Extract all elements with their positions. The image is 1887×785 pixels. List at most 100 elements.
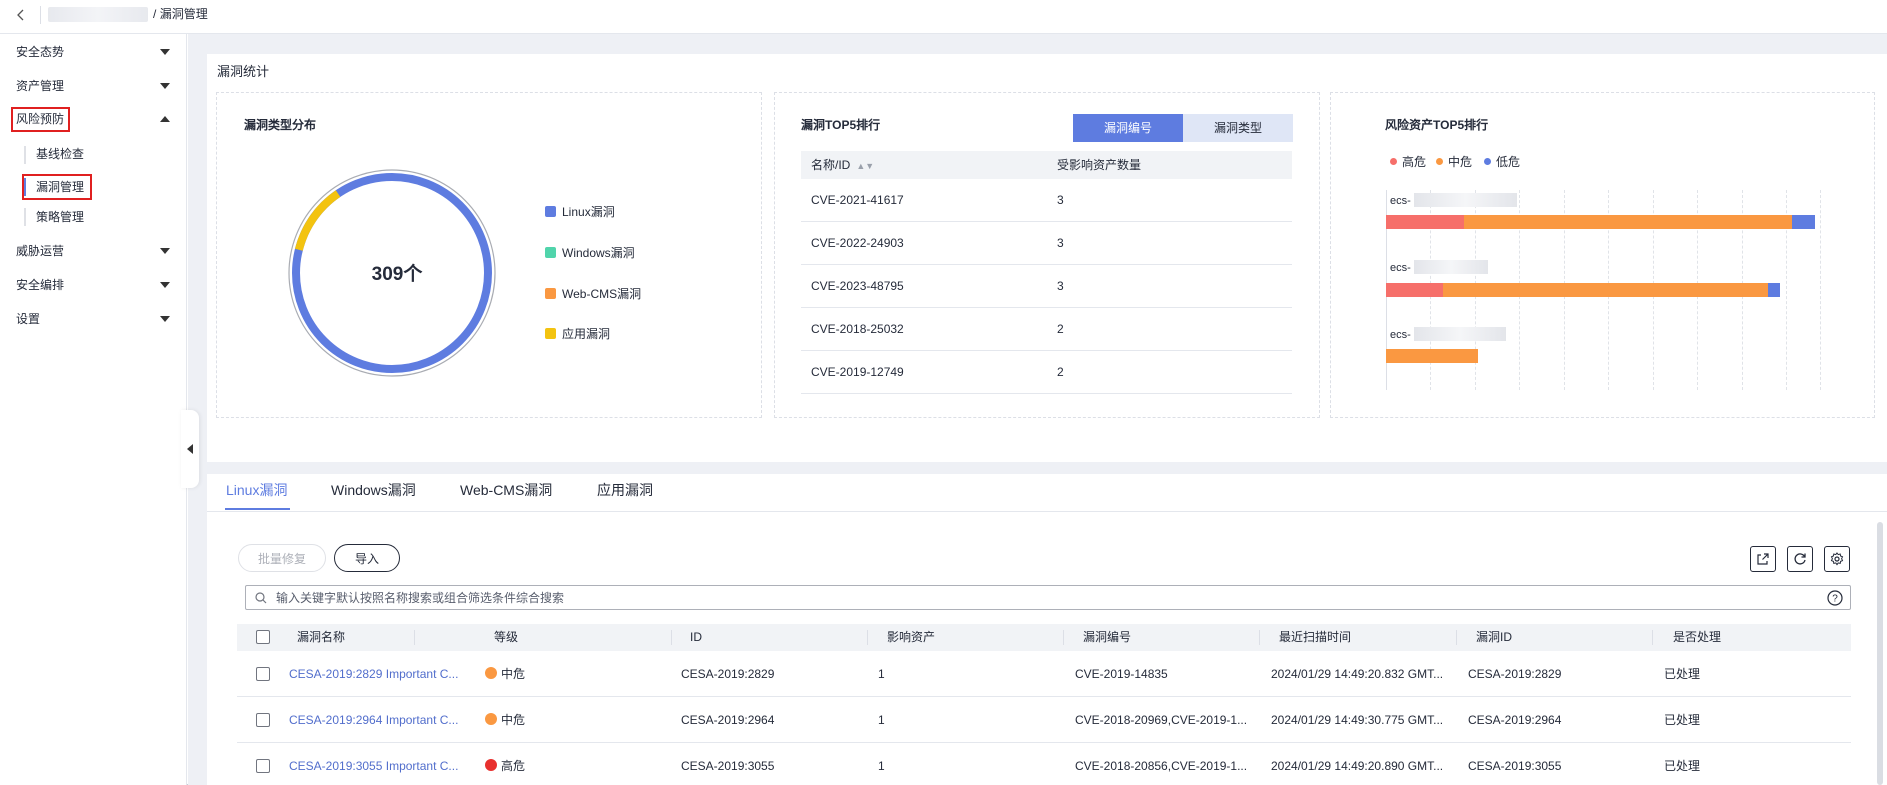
sidebar-item-baseline-check[interactable]: 基线检查 xyxy=(36,144,84,164)
tab-webcms[interactable]: Web-CMS漏洞 xyxy=(460,480,552,500)
assets-cell: 1 xyxy=(878,713,885,727)
sidebar-item-policy-management[interactable]: 策略管理 xyxy=(36,207,84,227)
legend-swatch xyxy=(545,328,556,339)
bar-low xyxy=(1768,283,1780,297)
level-label: 中危 xyxy=(501,713,526,727)
table-row: CESA-2019:2829 Important C... 中危 CESA-20… xyxy=(237,651,1851,697)
chevron-down-icon[interactable] xyxy=(160,248,170,254)
column-divider xyxy=(1063,630,1064,645)
breadcrumb: / 漏洞管理 xyxy=(153,5,208,22)
sidebar xyxy=(0,34,187,785)
sidebar-item-label: 漏洞管理 xyxy=(36,180,85,194)
submenu-indicator xyxy=(24,208,26,226)
tab-vuln-number[interactable]: 漏洞编号 xyxy=(1073,114,1183,142)
panel-title: 风险资产TOP5排行 xyxy=(1385,118,1489,132)
legend-label: 高危 xyxy=(1402,155,1427,169)
vuln-name-link[interactable]: CESA-2019:2964 Important C... xyxy=(289,697,464,743)
sidebar-item-settings[interactable]: 设置 xyxy=(16,309,176,329)
tab-vuln-type[interactable]: 漏洞类型 xyxy=(1183,114,1293,142)
bar-medium xyxy=(1443,283,1768,297)
chevron-down-icon[interactable] xyxy=(160,316,170,322)
row-checkbox[interactable] xyxy=(256,713,270,727)
asset-name-redacted xyxy=(1414,260,1488,274)
sidebar-item-orchestration[interactable]: 安全编排 xyxy=(16,275,176,295)
row-checkbox[interactable] xyxy=(256,667,270,681)
chevron-down-icon[interactable] xyxy=(160,282,170,288)
select-all-checkbox[interactable] xyxy=(256,630,270,644)
breadcrumb-redacted xyxy=(48,7,148,22)
help-icon[interactable]: ? xyxy=(1827,590,1843,606)
sidebar-item-label: 安全编排 xyxy=(16,278,65,292)
id-cell: CESA-2019:2964 xyxy=(681,713,775,727)
refresh-button[interactable] xyxy=(1787,546,1813,572)
chevron-down-icon[interactable] xyxy=(160,83,170,89)
top5-row: CVE-2018-25032 2 xyxy=(801,308,1292,351)
sidebar-item-security-posture[interactable]: 安全态势 xyxy=(16,42,176,62)
cve-cell: CVE-2018-20856,CVE-2019-1... xyxy=(1075,759,1248,773)
handled-cell: 已处理 xyxy=(1664,667,1701,681)
back-button[interactable] xyxy=(10,4,32,26)
handled-cell: 已处理 xyxy=(1664,713,1701,727)
handled-cell: 已处理 xyxy=(1664,759,1701,773)
tab-windows[interactable]: Windows漏洞 xyxy=(331,480,416,500)
row-checkbox[interactable] xyxy=(256,759,270,773)
column-divider xyxy=(1456,630,1457,645)
legend-swatch xyxy=(545,288,556,299)
column-header: ID xyxy=(690,630,702,644)
asset-label: ecs- xyxy=(1390,262,1411,274)
breadcrumb-separator: / xyxy=(153,7,157,21)
panel-title: 漏洞类型分布 xyxy=(244,118,317,132)
sidebar-item-vuln-management[interactable]: 漏洞管理 xyxy=(36,177,84,197)
divider xyxy=(40,6,41,24)
panel-title: 漏洞TOP5排行 xyxy=(801,118,881,132)
level-dot xyxy=(485,667,497,679)
column-header[interactable]: 名称/ID ▲▼ xyxy=(811,151,874,180)
column-header: 漏洞编号 xyxy=(1083,630,1132,644)
scan-time-cell: 2024/01/29 14:49:20.832 GMT... xyxy=(1271,667,1444,681)
top5-toggle: 漏洞编号 漏洞类型 xyxy=(1073,114,1293,142)
sidebar-item-label: 资产管理 xyxy=(16,79,65,93)
refresh-icon xyxy=(1794,553,1806,565)
column-header: 是否处理 xyxy=(1673,630,1722,644)
tab-app[interactable]: 应用漏洞 xyxy=(597,480,653,500)
id-cell: CESA-2019:2829 xyxy=(681,667,775,681)
export-button[interactable] xyxy=(1750,546,1776,572)
column-header: 等级 xyxy=(494,630,519,644)
level-label: 高危 xyxy=(501,759,526,773)
chevron-up-icon[interactable] xyxy=(160,116,170,122)
batch-fix-button[interactable]: 批量修复 xyxy=(238,544,326,572)
legend-swatch xyxy=(545,206,556,217)
sort-icon[interactable]: ▲▼ xyxy=(856,152,874,180)
top5-count: 2 xyxy=(1057,322,1064,336)
sidebar-collapse-button[interactable] xyxy=(181,410,199,488)
search-input[interactable] xyxy=(276,589,1776,607)
sidebar-item-risk-prevention[interactable]: 风险预防 xyxy=(16,109,176,129)
top5-row: CVE-2023-48795 3 xyxy=(801,265,1292,308)
settings-button[interactable] xyxy=(1824,546,1850,572)
top5-id: CVE-2022-24903 xyxy=(811,236,904,250)
assets-cell: 1 xyxy=(878,667,885,681)
legend-item-low: 低危 xyxy=(1484,153,1520,170)
submenu-indicator xyxy=(24,146,26,164)
bar-medium xyxy=(1464,215,1792,229)
vertical-scrollbar[interactable] xyxy=(1877,522,1883,785)
chevron-down-icon[interactable] xyxy=(160,49,170,55)
sidebar-item-asset-management[interactable]: 资产管理 xyxy=(16,76,176,96)
vuln-name-link[interactable]: CESA-2019:3055 Important C... xyxy=(289,743,464,785)
table-header: 漏洞名称 等级 ID 影响资产 漏洞编号 最近扫描时间 漏洞ID 是否处理 xyxy=(237,624,1851,651)
legend-label: 中危 xyxy=(1448,155,1473,169)
vuln-id-cell: CESA-2019:2829 xyxy=(1468,667,1562,681)
sidebar-item-threat-ops[interactable]: 威胁运营 xyxy=(16,241,176,261)
level-cell: 中危 xyxy=(485,651,645,697)
top5-row: CVE-2019-12749 2 xyxy=(801,351,1292,394)
vuln-name-link[interactable]: CESA-2019:2829 Important C... xyxy=(289,651,464,697)
import-button[interactable]: 导入 xyxy=(334,544,400,572)
top5-id: CVE-2023-48795 xyxy=(811,279,904,293)
submenu-active-indicator xyxy=(24,178,26,196)
tab-linux[interactable]: Linux漏洞 xyxy=(226,480,287,500)
top5-count: 2 xyxy=(1057,365,1064,379)
legend-label: Windows漏洞 xyxy=(562,246,635,260)
legend-dot xyxy=(1436,158,1443,165)
cve-cell: CVE-2018-20969,CVE-2019-1... xyxy=(1075,713,1248,727)
legend-label: 低危 xyxy=(1496,155,1521,169)
